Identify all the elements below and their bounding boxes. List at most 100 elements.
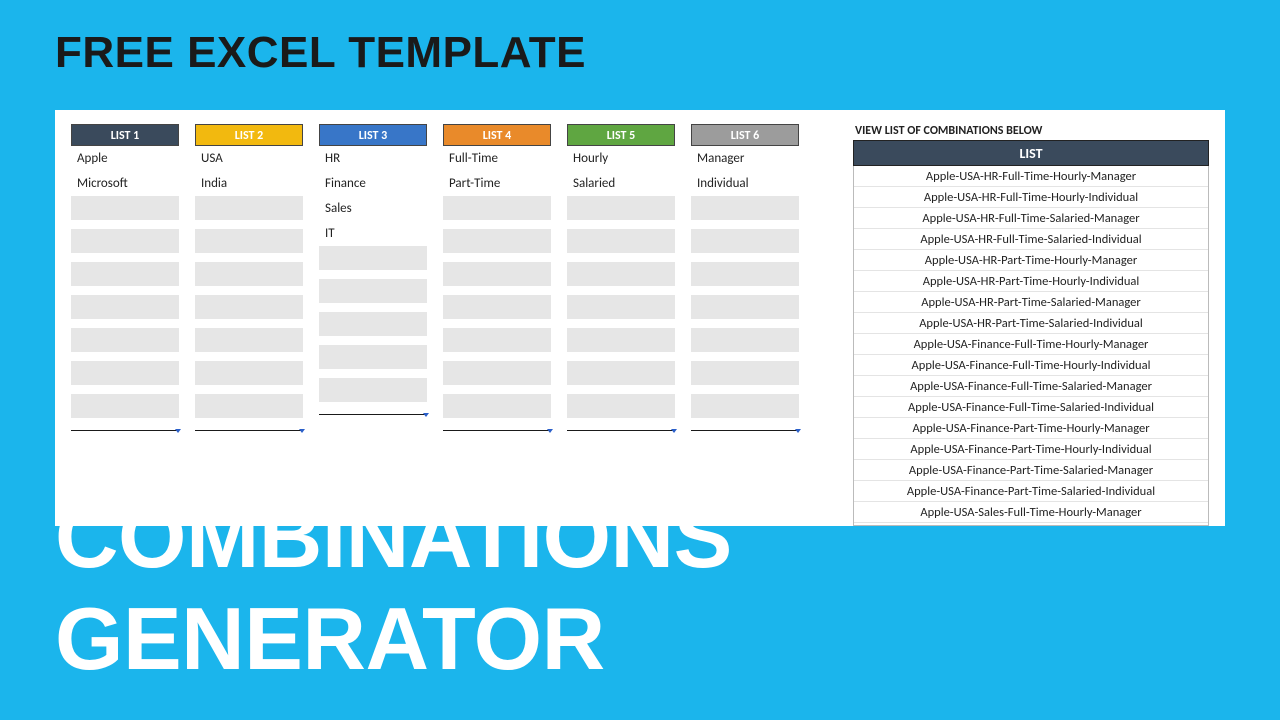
list-header-2: LIST 2 <box>195 124 303 146</box>
list-cell[interactable]: India <box>195 171 303 196</box>
result-row[interactable]: Apple-USA-Finance-Part-Time-Salaried-Man… <box>854 460 1208 481</box>
result-row[interactable]: Apple-USA-Finance-Full-Time-Hourly-Manag… <box>854 334 1208 355</box>
list-cell[interactable]: Full-Time <box>443 146 551 171</box>
list-column-3: LIST 3HRFinanceSalesIT <box>319 124 427 526</box>
gap-row <box>195 353 303 361</box>
list-cell-empty[interactable] <box>443 229 551 254</box>
list-cell-empty[interactable] <box>319 378 427 403</box>
list-cell-empty[interactable] <box>319 246 427 271</box>
list-cell-empty[interactable] <box>195 328 303 353</box>
list-cell-empty[interactable] <box>71 262 179 287</box>
list-cell-empty[interactable] <box>195 262 303 287</box>
list-cell-empty[interactable] <box>319 345 427 370</box>
gap-row <box>443 287 551 295</box>
list-cell[interactable]: Finance <box>319 171 427 196</box>
list-cell-empty[interactable] <box>71 196 179 221</box>
list-cell-empty[interactable] <box>319 279 427 304</box>
list-cell-empty[interactable] <box>71 229 179 254</box>
list-cell-empty[interactable] <box>567 262 675 287</box>
gap-row <box>567 353 675 361</box>
gap-row <box>71 287 179 295</box>
list-cell-empty[interactable] <box>71 328 179 353</box>
results-area: VIEW LIST OF COMBINATIONS BELOW LIST App… <box>853 124 1209 526</box>
list-cell-empty[interactable] <box>691 394 799 419</box>
list-cell[interactable]: Sales <box>319 196 427 221</box>
list-cell[interactable]: Manager <box>691 146 799 171</box>
result-row[interactable]: Apple-USA-HR-Full-Time-Hourly-Manager <box>854 166 1208 187</box>
list-cell-empty[interactable] <box>567 361 675 386</box>
gap-row <box>691 221 799 229</box>
list-cell-empty[interactable] <box>567 229 675 254</box>
column-resize-handle[interactable] <box>319 413 427 415</box>
gap-row <box>319 304 427 312</box>
list-cell[interactable]: Microsoft <box>71 171 179 196</box>
list-column-1: LIST 1AppleMicrosoft <box>71 124 179 526</box>
list-cell[interactable]: USA <box>195 146 303 171</box>
list-cell-empty[interactable] <box>71 394 179 419</box>
gap-row <box>195 221 303 229</box>
result-row[interactable]: Apple-USA-HR-Full-Time-Salaried-Individu… <box>854 229 1208 250</box>
result-row[interactable]: Apple-USA-Finance-Full-Time-Hourly-Indiv… <box>854 355 1208 376</box>
list-cell-empty[interactable] <box>691 361 799 386</box>
gap-row <box>195 419 303 427</box>
column-resize-handle[interactable] <box>195 429 303 431</box>
result-row[interactable]: Apple-USA-Finance-Part-Time-Hourly-Indiv… <box>854 439 1208 460</box>
list-cell[interactable]: IT <box>319 221 427 246</box>
list-cell-empty[interactable] <box>443 196 551 221</box>
result-row[interactable]: Apple-USA-HR-Part-Time-Hourly-Individual <box>854 271 1208 292</box>
result-row[interactable]: Apple-USA-Finance-Full-Time-Salaried-Ind… <box>854 397 1208 418</box>
list-cell-empty[interactable] <box>691 328 799 353</box>
result-row[interactable]: Apple-USA-HR-Part-Time-Hourly-Manager <box>854 250 1208 271</box>
list-cell-empty[interactable] <box>195 295 303 320</box>
gap-row <box>691 353 799 361</box>
list-cell-empty[interactable] <box>567 196 675 221</box>
list-cell[interactable]: HR <box>319 146 427 171</box>
list-cell-empty[interactable] <box>443 394 551 419</box>
list-cell-empty[interactable] <box>443 328 551 353</box>
list-cell-empty[interactable] <box>195 196 303 221</box>
spreadsheet-panel: LIST 1AppleMicrosoftLIST 2USAIndiaLIST 3… <box>55 110 1225 526</box>
list-cell-empty[interactable] <box>195 394 303 419</box>
list-cell-empty[interactable] <box>195 229 303 254</box>
results-body[interactable]: Apple-USA-HR-Full-Time-Hourly-ManagerApp… <box>853 166 1209 526</box>
list-cell[interactable]: Hourly <box>567 146 675 171</box>
list-cell-empty[interactable] <box>691 262 799 287</box>
list-cell-empty[interactable] <box>567 295 675 320</box>
list-column-2: LIST 2USAIndia <box>195 124 303 526</box>
column-resize-handle[interactable] <box>443 429 551 431</box>
list-cell-empty[interactable] <box>443 295 551 320</box>
gap-row <box>443 353 551 361</box>
gap-row <box>443 254 551 262</box>
result-row[interactable]: Apple-USA-HR-Part-Time-Salaried-Individu… <box>854 313 1208 334</box>
list-cell[interactable]: Salaried <box>567 171 675 196</box>
list-cell-empty[interactable] <box>443 361 551 386</box>
list-cell-empty[interactable] <box>691 295 799 320</box>
list-cell-empty[interactable] <box>195 361 303 386</box>
result-row[interactable]: Apple-USA-HR-Full-Time-Hourly-Individual <box>854 187 1208 208</box>
list-cell[interactable]: Apple <box>71 146 179 171</box>
result-row[interactable]: Apple-USA-Finance-Full-Time-Salaried-Man… <box>854 376 1208 397</box>
list-column-6: LIST 6ManagerIndividual <box>691 124 799 526</box>
list-cell[interactable]: Part-Time <box>443 171 551 196</box>
column-resize-handle[interactable] <box>567 429 675 431</box>
list-cell-empty[interactable] <box>691 196 799 221</box>
column-resize-handle[interactable] <box>71 429 179 431</box>
column-resize-handle[interactable] <box>691 429 799 431</box>
result-row[interactable]: Apple-USA-Finance-Part-Time-Hourly-Manag… <box>854 418 1208 439</box>
result-row[interactable]: Apple-USA-HR-Full-Time-Salaried-Manager <box>854 208 1208 229</box>
list-cell-empty[interactable] <box>691 229 799 254</box>
list-column-5: LIST 5HourlySalaried <box>567 124 675 526</box>
list-cell-empty[interactable] <box>567 328 675 353</box>
list-cell-empty[interactable] <box>443 262 551 287</box>
list-cell-empty[interactable] <box>567 394 675 419</box>
list-cell[interactable]: Individual <box>691 171 799 196</box>
results-header: LIST <box>853 140 1209 166</box>
gap-row <box>567 254 675 262</box>
gap-row <box>319 337 427 345</box>
result-row[interactable]: Apple-USA-HR-Part-Time-Salaried-Manager <box>854 292 1208 313</box>
list-cell-empty[interactable] <box>71 295 179 320</box>
list-cell-empty[interactable] <box>319 312 427 337</box>
list-cell-empty[interactable] <box>71 361 179 386</box>
gap-row <box>195 254 303 262</box>
gap-row <box>71 353 179 361</box>
